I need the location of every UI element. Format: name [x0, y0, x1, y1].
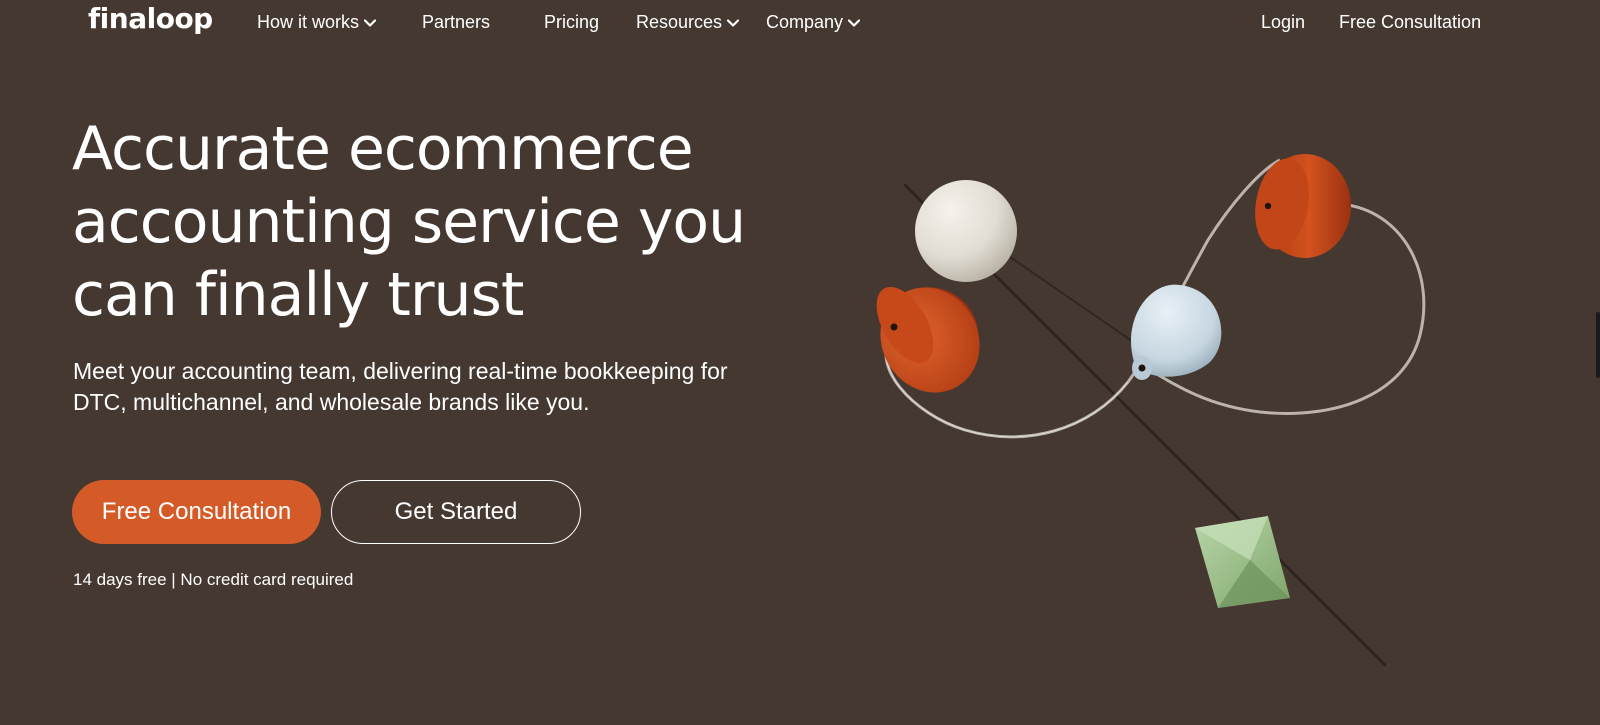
nav-partners-label: Partners — [422, 12, 491, 32]
chevron-down-icon — [726, 18, 740, 27]
free-consultation-button[interactable]: Free Consultation — [72, 480, 321, 544]
nav-resources[interactable]: Resources — [636, 12, 740, 33]
green-diamond — [1195, 516, 1290, 608]
chevron-down-icon — [363, 18, 377, 27]
nav-how-it-works[interactable]: How it works — [257, 12, 377, 33]
nav-company[interactable]: Company — [766, 12, 861, 33]
get-started-button[interactable]: Get Started — [331, 480, 581, 544]
finaloop-logo[interactable]: finaloop — [88, 2, 213, 35]
hero-title: Accurate ecommerce accounting service yo… — [72, 114, 746, 330]
scrollbar-thumb[interactable] — [1596, 312, 1600, 378]
nav-company-label: Company — [766, 12, 844, 32]
cream-sphere — [915, 180, 1017, 282]
hero-3d-illustration — [876, 154, 1426, 667]
nav-pricing[interactable]: Pricing — [544, 12, 599, 33]
red-cylinder-left — [876, 287, 980, 393]
chevron-down-icon — [847, 18, 861, 27]
nav-how-it-works-label: How it works — [257, 12, 360, 32]
nav-free-consultation-link[interactable]: Free Consultation — [1339, 12, 1481, 33]
login-link[interactable]: Login — [1261, 12, 1305, 33]
top-navigation: finaloop How it works Partners Pricing R… — [0, 0, 1600, 48]
hero-subtitle: Meet your accounting team, delivering re… — [73, 358, 728, 415]
trial-note: 14 days free | No credit card required — [73, 570, 354, 589]
light-blue-cone — [1131, 284, 1222, 380]
nav-partners[interactable]: Partners — [422, 12, 490, 33]
nav-resources-label: Resources — [636, 12, 723, 32]
nav-pricing-label: Pricing — [544, 12, 600, 32]
